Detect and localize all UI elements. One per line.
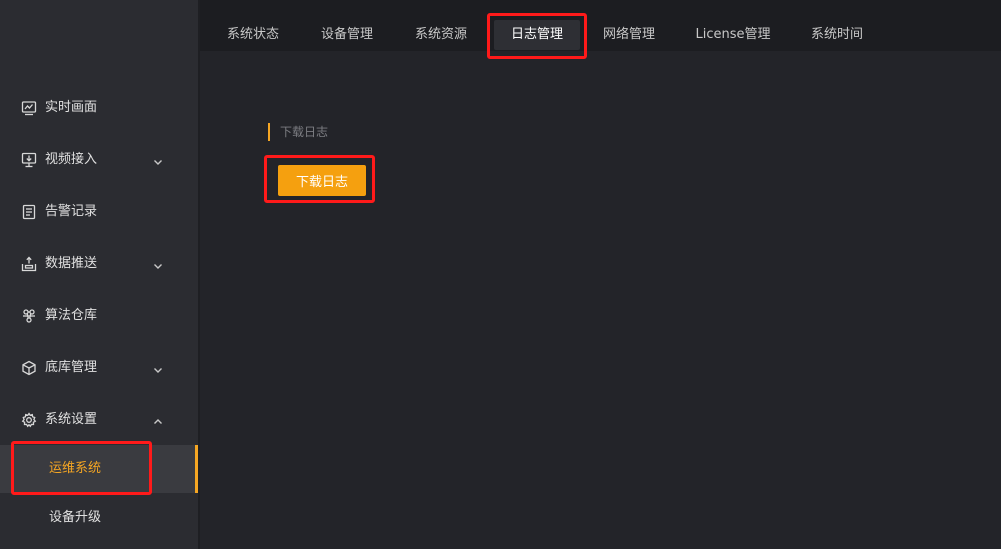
sidebar-subitem-device-upgrade[interactable]: 设备升级 xyxy=(0,494,198,542)
tab-device-management[interactable]: 设备管理 xyxy=(308,20,386,50)
sidebar-subitem-label: 运维系统 xyxy=(49,461,102,476)
section-title: 下载日志 xyxy=(268,123,328,141)
monitor-chart-icon xyxy=(21,100,37,116)
sidebar-divider xyxy=(198,0,200,549)
sidebar-item-live-view[interactable]: 实时画面 xyxy=(0,88,198,128)
chevron-down-icon xyxy=(152,361,164,373)
chevron-down-icon xyxy=(152,257,164,269)
sidebar-item-label: 底库管理 xyxy=(45,360,98,375)
cube-icon xyxy=(21,360,37,376)
sidebar-item-data-push[interactable]: 数据推送 xyxy=(0,244,198,284)
sidebar-item-label: 视频接入 xyxy=(45,152,98,167)
tab-system-status[interactable]: 系统状态 xyxy=(214,20,292,50)
sidebar-item-video-input[interactable]: 视频接入 xyxy=(0,140,198,180)
tab-license-management[interactable]: License管理 xyxy=(684,20,782,50)
tab-log-management[interactable]: 日志管理 xyxy=(494,20,580,50)
algorithm-network-icon xyxy=(21,308,37,324)
chevron-up-icon xyxy=(152,413,164,425)
sidebar-item-algorithm-store[interactable]: 算法仓库 xyxy=(0,296,198,336)
sidebar-item-system-settings[interactable]: 系统设置 xyxy=(0,400,198,440)
download-log-button[interactable]: 下载日志 xyxy=(278,165,366,196)
video-input-icon xyxy=(21,152,37,168)
sidebar-item-alarm-records[interactable]: 告警记录 xyxy=(0,192,198,232)
sidebar-item-label: 实时画面 xyxy=(45,100,98,115)
sidebar-subitem-ops-system[interactable]: 运维系统 xyxy=(0,445,198,493)
sidebar-item-label: 算法仓库 xyxy=(45,308,98,323)
sidebar-item-label: 系统设置 xyxy=(45,412,98,427)
gear-icon xyxy=(21,412,37,428)
document-list-icon xyxy=(21,204,37,220)
tab-system-time[interactable]: 系统时间 xyxy=(798,20,876,50)
sidebar-item-label: 数据推送 xyxy=(45,256,98,271)
tab-system-resources[interactable]: 系统资源 xyxy=(402,20,480,50)
upload-tray-icon xyxy=(21,256,37,272)
sidebar-item-label: 告警记录 xyxy=(45,204,98,219)
chevron-down-icon xyxy=(152,153,164,165)
sidebar: 实时画面 视频接入 告警记录 数据推送 算法仓库 底库管理 系统设置 运维系统 … xyxy=(0,0,198,549)
sidebar-item-gallery-management[interactable]: 底库管理 xyxy=(0,348,198,388)
tab-network-management[interactable]: 网络管理 xyxy=(590,20,668,50)
sidebar-subitem-label: 设备升级 xyxy=(49,510,102,525)
